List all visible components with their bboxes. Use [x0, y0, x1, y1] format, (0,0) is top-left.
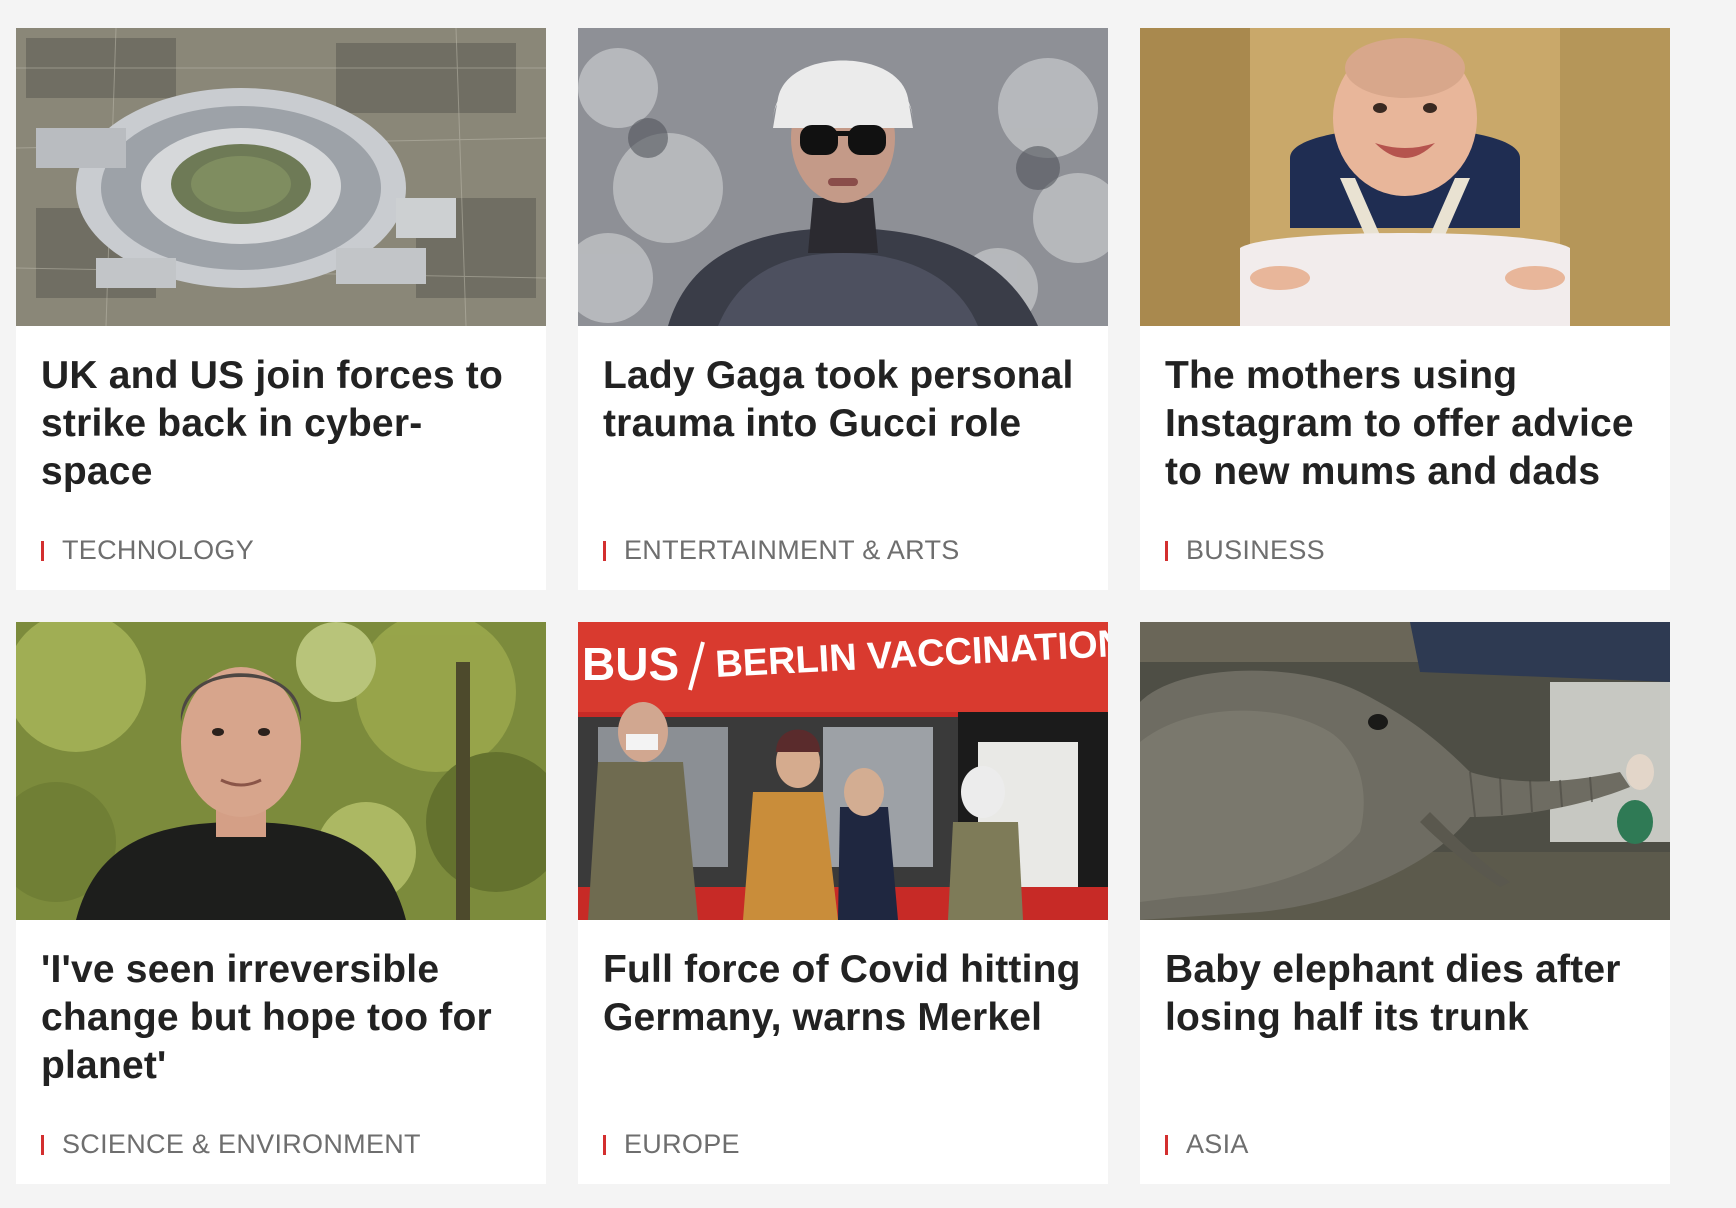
section-accent-bar: [41, 1134, 44, 1155]
section-label[interactable]: ENTERTAINMENT & ARTS: [603, 535, 960, 566]
section-accent-bar: [41, 540, 44, 561]
news-card-europe[interactable]: BUS BERLIN VACCINATION Full force of Cov…: [578, 622, 1108, 1184]
section-name: ENTERTAINMENT & ARTS: [624, 535, 960, 565]
card-body: Full force of Covid hitting Germany, war…: [578, 920, 1108, 1184]
section-accent-bar: [1165, 540, 1168, 561]
section-name: ASIA: [1186, 1129, 1249, 1159]
card-body: Baby elephant dies after losing half its…: [1140, 920, 1670, 1184]
section-label[interactable]: TECHNOLOGY: [41, 535, 254, 566]
headline[interactable]: The mothers using Instagram to offer adv…: [1165, 352, 1648, 496]
section-label[interactable]: BUSINESS: [1165, 535, 1325, 566]
card-body: The mothers using Instagram to offer adv…: [1140, 326, 1670, 590]
section-name: BUSINESS: [1186, 535, 1325, 565]
section-accent-bar: [603, 540, 606, 561]
section-accent-bar: [1165, 1134, 1168, 1155]
news-card-science[interactable]: 'I've seen irreversible change but hope …: [16, 622, 546, 1184]
bus-sign-left: BUS: [582, 638, 679, 690]
card-body: UK and US join forces to strike back in …: [16, 326, 546, 590]
news-card-asia[interactable]: Baby elephant dies after losing half its…: [1140, 622, 1670, 1184]
woman-fur-hat-image[interactable]: [578, 28, 1108, 326]
man-forest-portrait-image[interactable]: [16, 622, 546, 920]
section-name: EUROPE: [624, 1129, 740, 1159]
section-label[interactable]: EUROPE: [603, 1129, 740, 1160]
news-card-business[interactable]: The mothers using Instagram to offer adv…: [1140, 28, 1670, 590]
news-card-grid: UK and US join forces to strike back in …: [16, 28, 1670, 1184]
aerial-ring-building-image[interactable]: [16, 28, 546, 326]
headline[interactable]: 'I've seen irreversible change but hope …: [41, 946, 524, 1090]
baby-elephant-image[interactable]: [1140, 622, 1670, 920]
news-card-technology[interactable]: UK and US join forces to strike back in …: [16, 28, 546, 590]
vaccination-bus-image[interactable]: BUS BERLIN VACCINATION: [578, 622, 1108, 920]
headline[interactable]: Baby elephant dies after losing half its…: [1165, 946, 1648, 1042]
section-name: SCIENCE & ENVIRONMENT: [62, 1129, 421, 1159]
card-body: 'I've seen irreversible change but hope …: [16, 920, 546, 1184]
headline[interactable]: Lady Gaga took personal trauma into Gucc…: [603, 352, 1086, 448]
baby-high-chair-image[interactable]: [1140, 28, 1670, 326]
headline[interactable]: UK and US join forces to strike back in …: [41, 352, 524, 496]
section-label[interactable]: SCIENCE & ENVIRONMENT: [41, 1129, 421, 1160]
news-card-entertainment[interactable]: Lady Gaga took personal trauma into Gucc…: [578, 28, 1108, 590]
section-label[interactable]: ASIA: [1165, 1129, 1249, 1160]
headline[interactable]: Full force of Covid hitting Germany, war…: [603, 946, 1086, 1042]
card-body: Lady Gaga took personal trauma into Gucc…: [578, 326, 1108, 590]
section-accent-bar: [603, 1134, 606, 1155]
section-name: TECHNOLOGY: [62, 535, 255, 565]
